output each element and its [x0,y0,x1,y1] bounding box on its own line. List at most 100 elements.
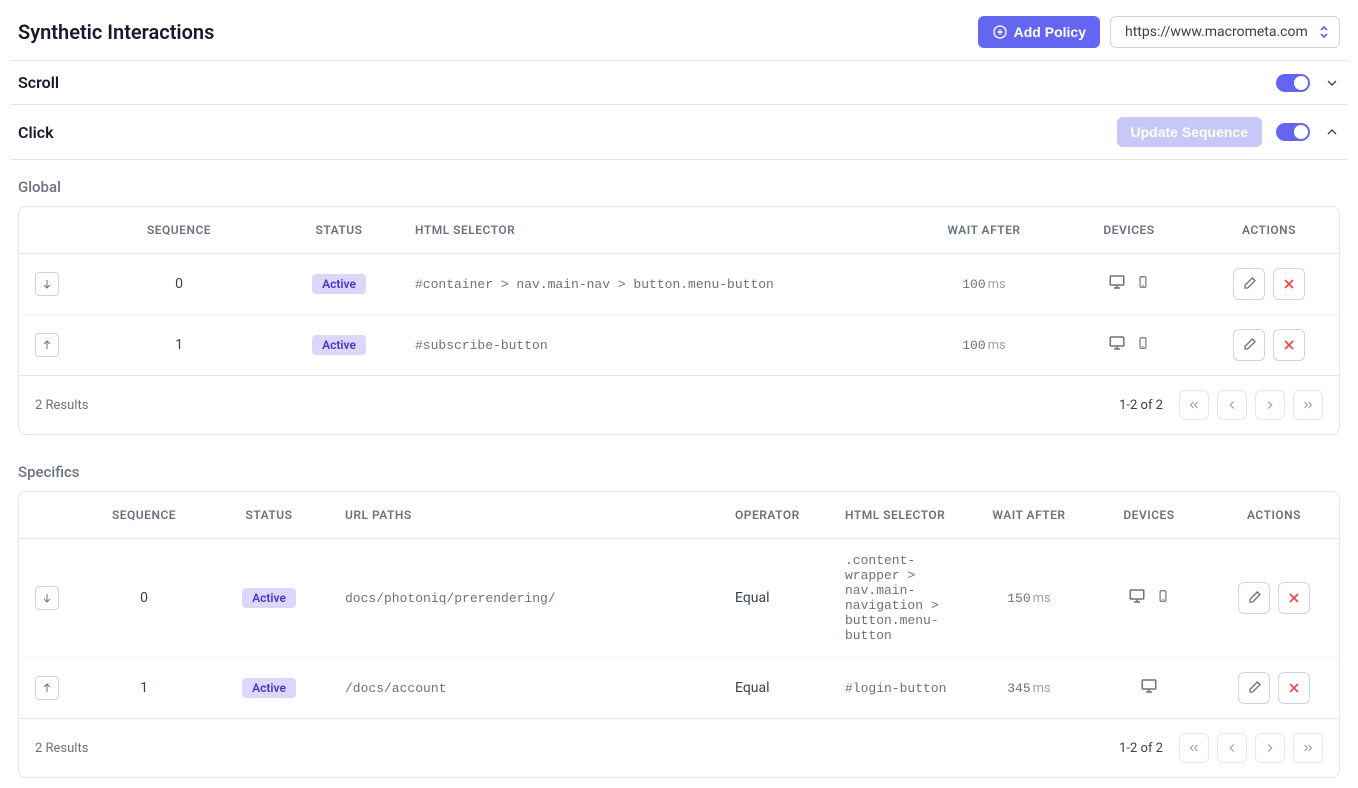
section-click: Click Update Sequence [10,105,1348,160]
pager-first-button[interactable] [1179,733,1209,763]
cell-wait-value: 100 [962,277,985,292]
cell-operator: Equal [719,658,829,719]
click-toggle[interactable] [1276,123,1310,141]
delete-button[interactable] [1273,329,1305,361]
url-select[interactable]: https://www.macrometa.com [1110,16,1340,48]
move-down-button[interactable] [35,586,59,610]
cell-wait-unit: ms [1033,681,1051,696]
update-sequence-button[interactable]: Update Sequence [1117,117,1262,147]
table-row: 0 Active docs/photoniq/prerendering/ Equ… [19,539,1339,658]
mobile-icon [1136,273,1150,291]
edit-button[interactable] [1233,268,1265,300]
col-actions: ACTIONS [1209,492,1339,539]
desktop-icon [1108,334,1126,352]
global-table: SEQUENCE STATUS HTML SELECTOR WAIT AFTER… [18,206,1340,435]
col-sequence: SEQUENCE [79,492,209,539]
col-status: STATUS [209,492,329,539]
cell-sequence: 1 [79,315,279,376]
col-actions: ACTIONS [1199,207,1339,254]
table-row: 0 Active #container > nav.main-nav > but… [19,254,1339,315]
cell-sequence: 0 [79,539,209,658]
pager-prev-button[interactable] [1217,733,1247,763]
table-row: 1 Active /docs/account Equal #login-butt… [19,658,1339,719]
header-actions: Add Policy https://www.macrometa.com [978,16,1340,48]
cell-operator: Equal [719,539,829,658]
desktop-icon [1108,273,1126,291]
cell-wait-value: 100 [962,338,985,353]
actions-cell [1233,268,1305,300]
pager: 1-2 of 2 [1119,733,1323,763]
cell-wait-unit: ms [988,338,1006,353]
move-up-button[interactable] [35,676,59,700]
cell-selector: #login-button [845,681,946,696]
cell-urlpaths: docs/photoniq/prerendering/ [345,591,556,606]
results-count: 2 Results [35,741,88,756]
specifics-table-header: SEQUENCE STATUS URL PATHS OPERATOR HTML … [19,492,1339,539]
scroll-toggle[interactable] [1276,74,1310,92]
pager-last-button[interactable] [1293,733,1323,763]
move-up-button[interactable] [35,333,59,357]
desktop-icon [1128,587,1146,605]
specifics-table-footer: 2 Results 1-2 of 2 [19,718,1339,777]
status-badge: Active [312,274,366,294]
table-row: 1 Active #subscribe-button 100ms [19,315,1339,376]
url-select-value: https://www.macrometa.com [1125,24,1308,40]
section-click-title: Click [18,123,54,142]
move-down-button[interactable] [35,272,59,296]
col-wait-after: WAIT AFTER [969,492,1089,539]
cell-sequence: 0 [79,254,279,315]
edit-button[interactable] [1233,329,1265,361]
page-info: 1-2 of 2 [1119,398,1163,413]
pager-first-button[interactable] [1179,390,1209,420]
add-policy-button[interactable]: Add Policy [978,16,1100,48]
devices-cell [1108,273,1150,291]
pager-prev-button[interactable] [1217,390,1247,420]
col-devices: DEVICES [1059,207,1199,254]
desktop-icon [1140,677,1158,695]
delete-button[interactable] [1278,672,1310,704]
delete-button[interactable] [1278,582,1310,614]
status-badge: Active [312,335,366,355]
add-policy-label: Add Policy [1014,24,1086,40]
cell-wait-value: 345 [1007,681,1030,696]
col-devices: DEVICES [1089,492,1209,539]
mobile-icon [1156,587,1170,605]
col-status: STATUS [279,207,399,254]
actions-cell [1238,672,1310,704]
page-header: Synthetic Interactions Add Policy https:… [10,10,1348,61]
devices-cell [1140,677,1158,695]
delete-button[interactable] [1273,268,1305,300]
cell-selector: #subscribe-button [415,338,548,353]
page-info: 1-2 of 2 [1119,741,1163,756]
col-operator: OPERATOR [719,492,829,539]
global-table-footer: 2 Results 1-2 of 2 [19,375,1339,434]
results-count: 2 Results [35,398,88,413]
cell-selector: .content-wrapper > nav.main-navigation >… [845,553,953,643]
cell-wait-unit: ms [1033,591,1051,606]
chevron-down-icon[interactable] [1324,75,1340,91]
specifics-heading: Specifics [10,435,1348,491]
cell-sequence: 1 [79,658,209,719]
section-scroll: Scroll [10,61,1348,105]
edit-button[interactable] [1238,672,1270,704]
pager-last-button[interactable] [1293,390,1323,420]
pager-next-button[interactable] [1255,390,1285,420]
global-table-header: SEQUENCE STATUS HTML SELECTOR WAIT AFTER… [19,207,1339,254]
col-sequence: SEQUENCE [79,207,279,254]
status-badge: Active [242,588,296,608]
col-html-selector: HTML SELECTOR [399,207,909,254]
devices-cell [1128,587,1170,605]
col-html-selector: HTML SELECTOR [829,492,969,539]
pager: 1-2 of 2 [1119,390,1323,420]
actions-cell [1238,582,1310,614]
cell-wait-value: 150 [1007,591,1030,606]
global-heading: Global [10,160,1348,206]
cell-wait-unit: ms [988,277,1006,292]
edit-button[interactable] [1238,582,1270,614]
pager-next-button[interactable] [1255,733,1285,763]
section-scroll-title: Scroll [18,73,59,92]
chevron-up-icon[interactable] [1324,124,1340,140]
devices-cell [1108,334,1150,352]
col-url-paths: URL PATHS [329,492,719,539]
updown-arrows-icon [1319,25,1329,39]
